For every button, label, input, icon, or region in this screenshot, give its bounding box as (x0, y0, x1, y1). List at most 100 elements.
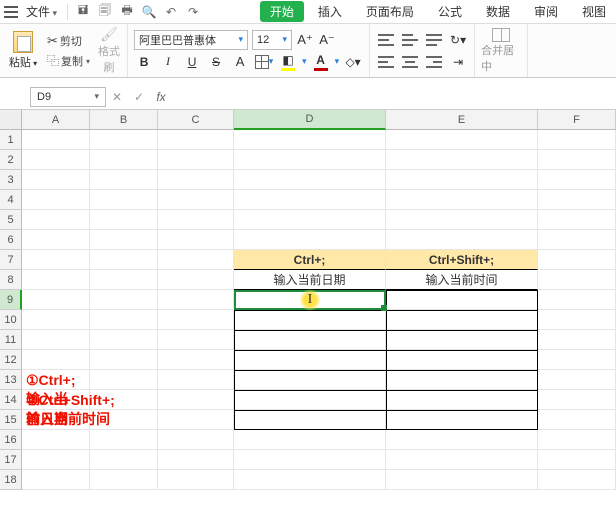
font-name-select[interactable]: 阿里巴巴普惠体▾ (134, 30, 248, 50)
strike-button[interactable]: S (206, 52, 226, 72)
cell[interactable] (234, 190, 386, 210)
table-header[interactable]: Ctrl+Shift+; (386, 250, 538, 270)
cell[interactable] (234, 450, 386, 470)
cell[interactable] (158, 350, 234, 370)
tab-insert[interactable]: 插入 (308, 1, 352, 22)
cell[interactable] (538, 350, 616, 370)
cell[interactable] (538, 150, 616, 170)
cell[interactable] (158, 170, 234, 190)
copy-button[interactable]: 复制 (44, 51, 93, 71)
cell[interactable] (22, 190, 90, 210)
cell[interactable] (22, 350, 90, 370)
fill-color-button[interactable]: ◧ (278, 53, 298, 71)
cell[interactable] (538, 210, 616, 230)
border-button[interactable]: ▾ (254, 52, 274, 72)
print-icon[interactable]: 🖶 (118, 3, 136, 21)
row-head-7[interactable]: 7 (0, 250, 22, 270)
cell[interactable] (234, 210, 386, 230)
cell[interactable] (158, 190, 234, 210)
spreadsheet-grid[interactable]: ABCDEF 123456789101112131415161718 Ctrl+… (0, 110, 616, 510)
hamburger-icon[interactable] (4, 6, 18, 18)
cell[interactable] (158, 150, 234, 170)
cell[interactable] (234, 170, 386, 190)
tab-start[interactable]: 开始 (260, 1, 304, 22)
tab-layout[interactable]: 页面布局 (356, 1, 424, 22)
col-head-F[interactable]: F (538, 110, 616, 130)
cell[interactable] (90, 150, 158, 170)
cell[interactable] (90, 170, 158, 190)
cell[interactable] (538, 470, 616, 490)
undo-icon[interactable]: ↶ (162, 3, 180, 21)
row-head-5[interactable]: 5 (0, 210, 22, 230)
preview-icon[interactable]: 🔍 (140, 3, 158, 21)
underline-button[interactable]: U (182, 52, 202, 72)
cell[interactable] (22, 250, 90, 270)
menu-file[interactable]: 文件 (22, 3, 61, 20)
row-head-2[interactable]: 2 (0, 150, 22, 170)
row-head-13[interactable]: 13 (0, 370, 22, 390)
fx-icon[interactable]: fx (150, 90, 172, 104)
cell[interactable] (386, 190, 538, 210)
cell[interactable] (22, 470, 90, 490)
save-as-icon[interactable]: 🗐 (96, 3, 114, 21)
tab-view[interactable]: 视图 (572, 1, 616, 22)
align-top-button[interactable] (376, 30, 396, 50)
cell[interactable] (158, 450, 234, 470)
cell[interactable] (90, 130, 158, 150)
cell[interactable] (158, 250, 234, 270)
row-head-4[interactable]: 4 (0, 190, 22, 210)
cell[interactable] (538, 290, 616, 310)
cell[interactable] (22, 210, 90, 230)
cell[interactable] (386, 150, 538, 170)
cell[interactable] (386, 450, 538, 470)
cell[interactable] (22, 290, 90, 310)
cell[interactable] (234, 150, 386, 170)
cell[interactable] (90, 370, 158, 390)
cell[interactable] (22, 170, 90, 190)
cell[interactable] (90, 330, 158, 350)
cell[interactable] (538, 430, 616, 450)
row-head-10[interactable]: 10 (0, 310, 22, 330)
tab-data[interactable]: 数据 (476, 1, 520, 22)
cell[interactable] (234, 230, 386, 250)
align-bot-button[interactable] (424, 30, 444, 50)
cell[interactable] (22, 430, 90, 450)
cell[interactable] (90, 230, 158, 250)
cell[interactable] (22, 450, 90, 470)
cell[interactable] (538, 190, 616, 210)
font-effects-button[interactable]: A (230, 52, 250, 72)
cell[interactable] (22, 130, 90, 150)
row-head-9[interactable]: 9 (0, 290, 22, 310)
row-head-18[interactable]: 18 (0, 470, 22, 490)
merge-button[interactable]: 合并居中 (481, 28, 521, 74)
cell[interactable] (538, 370, 616, 390)
cell[interactable] (538, 450, 616, 470)
cancel-icon[interactable]: ✕ (106, 90, 128, 104)
cell[interactable] (90, 290, 158, 310)
cell[interactable] (234, 430, 386, 450)
cell[interactable] (538, 310, 616, 330)
table-subheader[interactable]: 输入当前日期 (234, 270, 386, 290)
indent-button[interactable]: ⇥ (448, 52, 468, 72)
cell[interactable] (22, 330, 90, 350)
cell[interactable] (158, 210, 234, 230)
row-head-6[interactable]: 6 (0, 230, 22, 250)
orientation-button[interactable]: ↻▾ (448, 30, 468, 50)
row-head-11[interactable]: 11 (0, 330, 22, 350)
cell[interactable] (538, 130, 616, 150)
cell[interactable] (90, 470, 158, 490)
align-left-button[interactable] (376, 52, 396, 72)
cell[interactable] (22, 270, 90, 290)
cell[interactable] (386, 130, 538, 150)
italic-button[interactable]: I (158, 52, 178, 72)
formula-input[interactable] (172, 87, 616, 107)
cell[interactable] (386, 210, 538, 230)
cell[interactable] (234, 470, 386, 490)
row-head-3[interactable]: 3 (0, 170, 22, 190)
cell[interactable] (386, 170, 538, 190)
col-head-C[interactable]: C (158, 110, 234, 130)
cell[interactable] (158, 370, 234, 390)
cell[interactable] (158, 270, 234, 290)
cell[interactable] (90, 210, 158, 230)
cell[interactable] (386, 470, 538, 490)
